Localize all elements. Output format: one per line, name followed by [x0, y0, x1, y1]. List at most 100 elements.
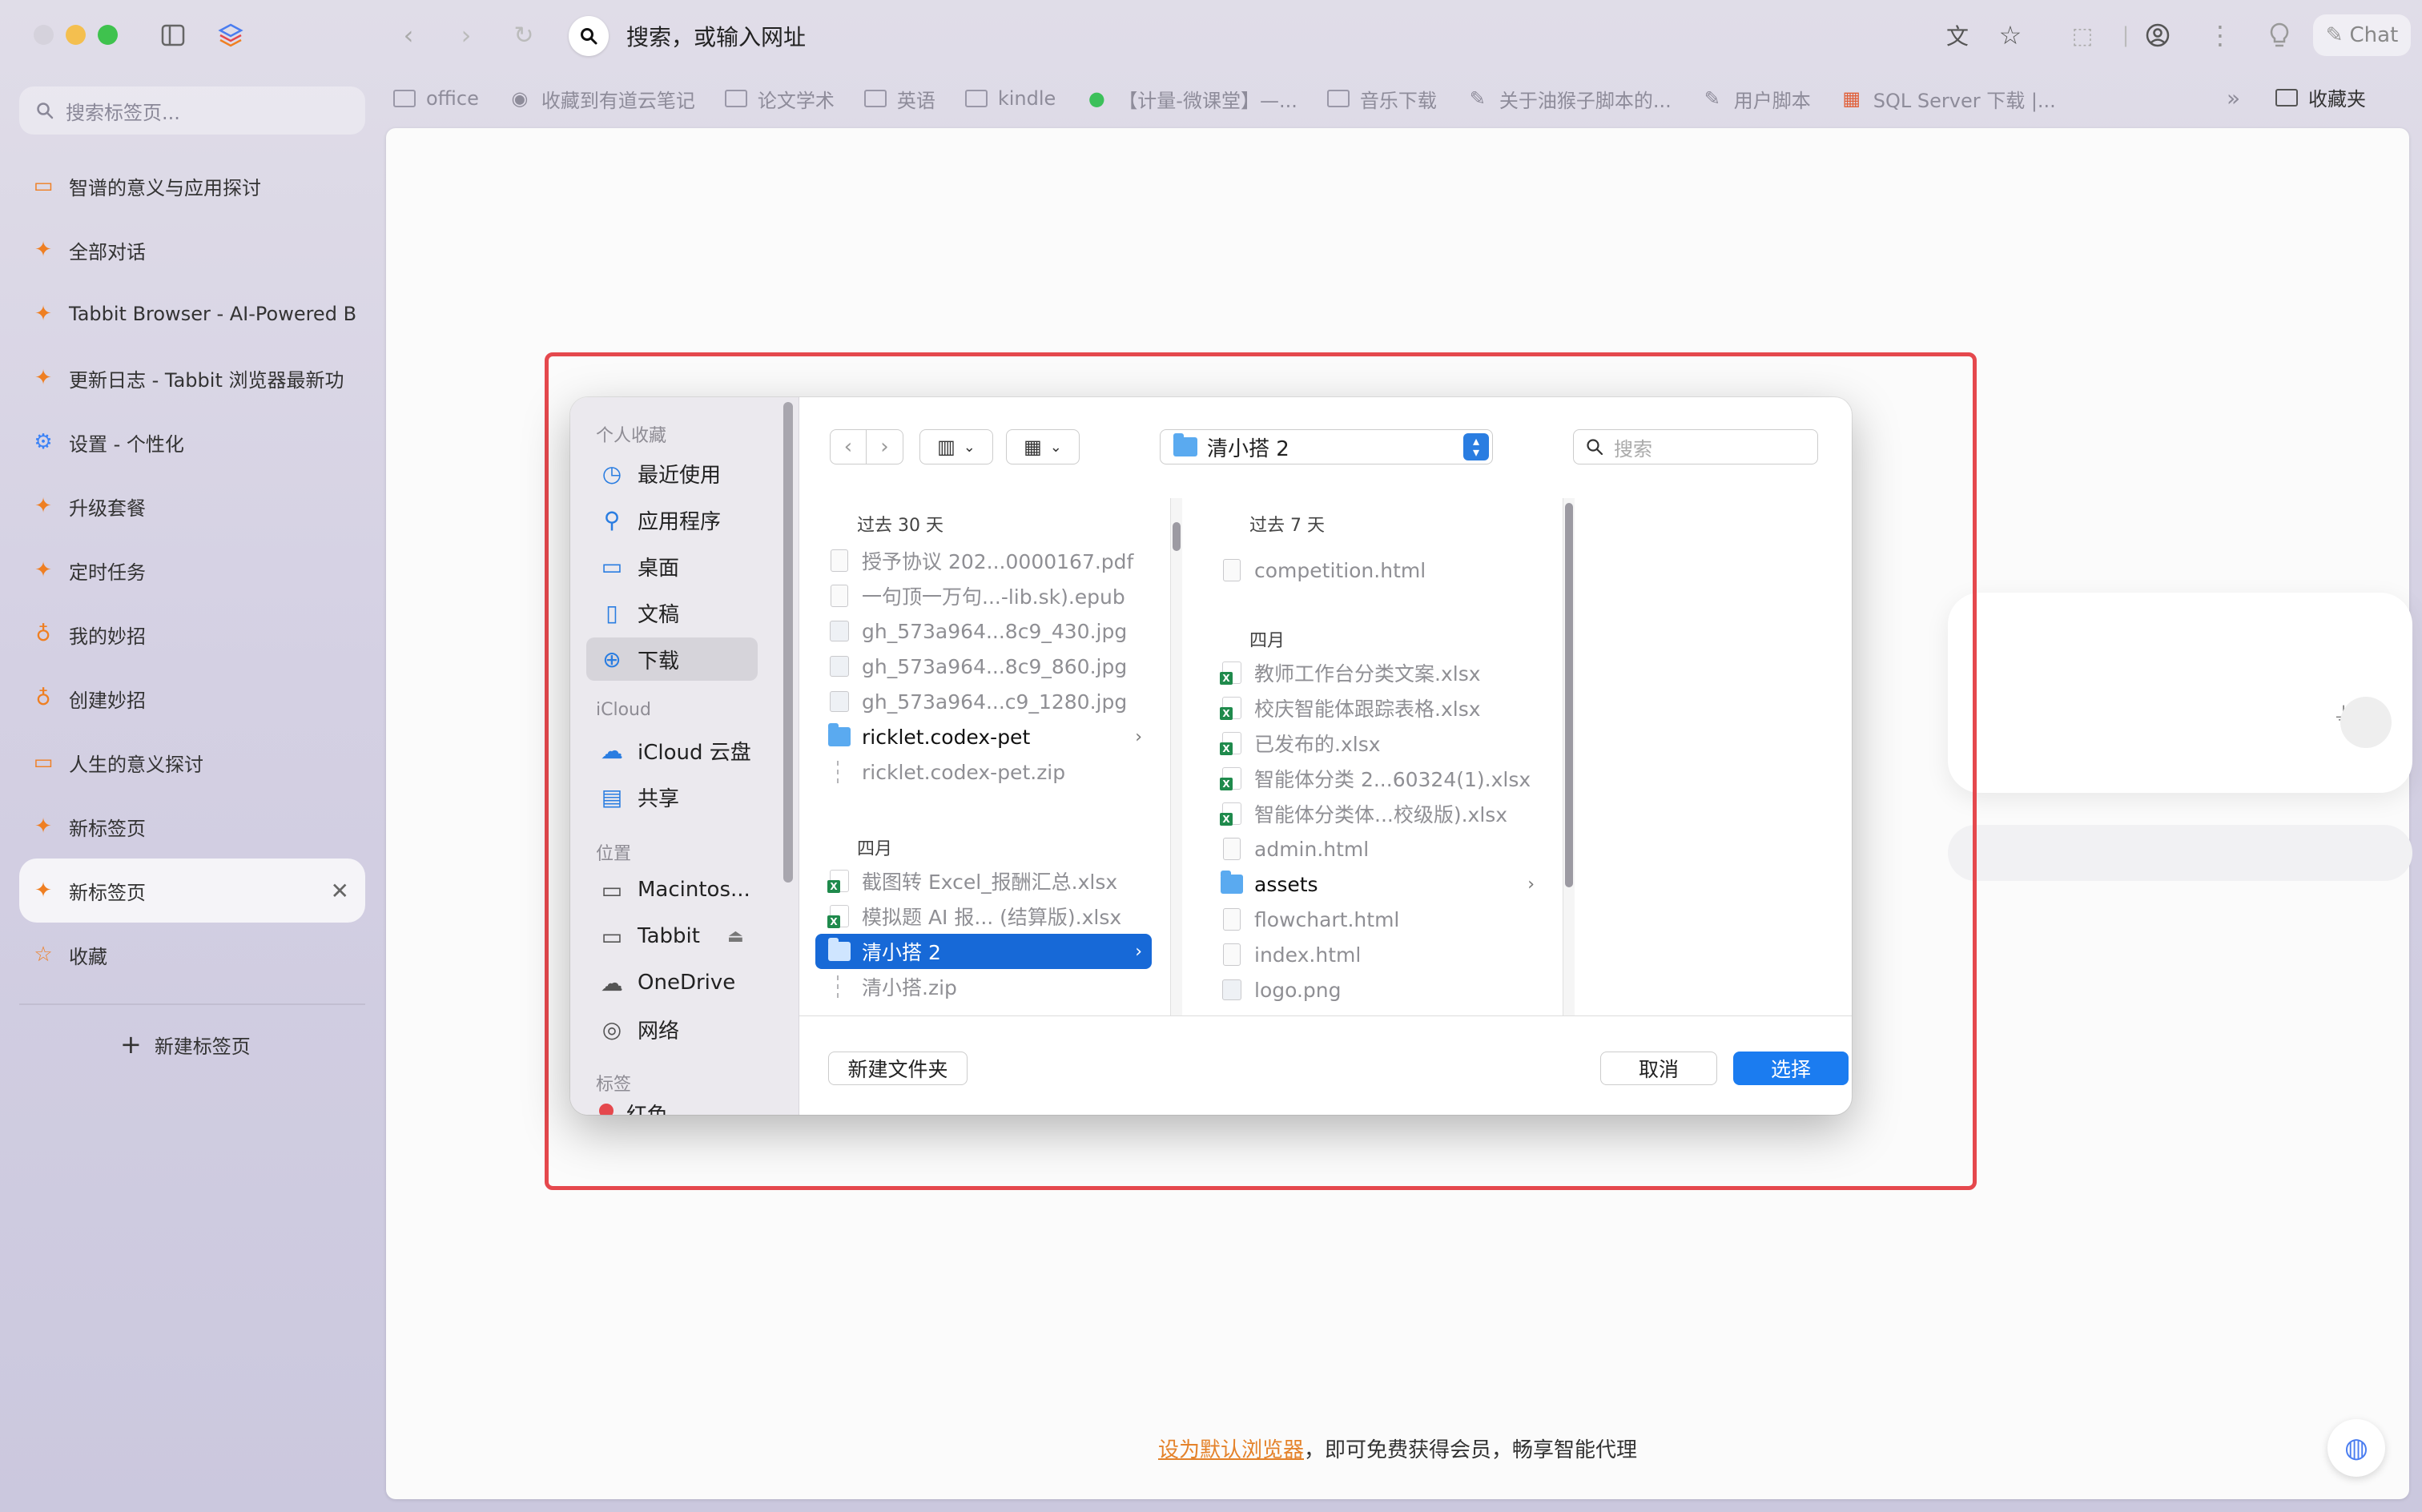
file-row[interactable]: 校庆智能体跟踪表格.xlsx: [1208, 690, 1544, 726]
new-tab-button[interactable]: + 新建标签页: [120, 1029, 251, 1060]
file-row[interactable]: assets ›: [1208, 867, 1544, 902]
bookmark-item[interactable]: 英语: [863, 85, 935, 113]
forward-icon[interactable]: ›: [867, 429, 903, 464]
file-name: logo.png: [1254, 978, 1342, 1002]
back-icon[interactable]: ‹: [389, 16, 428, 54]
chat-button[interactable]: ✎ Chat: [2313, 14, 2411, 56]
profile-icon[interactable]: [2138, 16, 2177, 54]
sidebar-toggle-icon[interactable]: [154, 16, 192, 54]
file-row[interactable]: index.html: [1208, 937, 1544, 972]
sidebar-tab[interactable]: ✦ 新标签页 ✕: [19, 859, 365, 923]
file-row[interactable]: competition.html: [1208, 553, 1544, 588]
choose-button[interactable]: 选择: [1733, 1052, 1849, 1085]
dialog-sidebar-item[interactable]: ▤ 共享: [586, 775, 758, 818]
file-row[interactable]: 清小搭.zip: [815, 969, 1152, 1004]
file-row[interactable]: 教师工作台分类文案.xlsx: [1208, 655, 1544, 690]
bookmark-item[interactable]: office: [392, 87, 479, 110]
sidebar-scrollbar[interactable]: [783, 402, 793, 883]
location-popup[interactable]: 清小搭 2 ▴ ▾: [1160, 429, 1493, 464]
tag-item-red[interactable]: 红色: [586, 1099, 758, 1115]
sidebar-tab[interactable]: ✦ Tabbit Browser - AI-Powered B: [19, 282, 365, 346]
dialog-sidebar-item[interactable]: ⊕ 下载: [586, 637, 758, 681]
file-row[interactable]: flowchart.html: [1208, 902, 1544, 937]
bookmark-item[interactable]: ✎ 关于油猴子脚本的...: [1466, 85, 1672, 113]
sidebar-tab[interactable]: ♁ 我的妙招: [19, 602, 365, 666]
dialog-sidebar-item[interactable]: ▭ Macintos...: [586, 868, 758, 911]
window-minimize-button[interactable]: [66, 25, 86, 45]
bookmark-item[interactable]: ▦ SQL Server 下载 |...: [1840, 85, 2055, 113]
window-close-button[interactable]: [34, 25, 54, 45]
file-row[interactable]: ricklet.codex-pet ›: [815, 719, 1152, 754]
star-bookmark-icon[interactable]: ☆: [1991, 16, 2030, 54]
bookmark-item[interactable]: 论文学术: [724, 85, 835, 113]
set-default-browser-link[interactable]: 设为默认浏览器: [1158, 1438, 1304, 1462]
file-row[interactable]: admin.html: [1208, 831, 1544, 867]
image-file-icon: [1221, 978, 1243, 1002]
dialog-sidebar-item[interactable]: ◷ 最近使用: [586, 452, 758, 495]
file-row[interactable]: 一句顶一万句...-lib.sk).epub: [815, 578, 1152, 613]
sidebar-tab[interactable]: ▭ 智谱的意义与应用探讨: [19, 154, 365, 218]
file-row[interactable]: 智能体分类 2...60324(1).xlsx: [1208, 761, 1544, 796]
send-button[interactable]: [2340, 697, 2392, 748]
group-by-button[interactable]: ▦ ⌄: [1006, 429, 1080, 464]
cancel-button[interactable]: 取消: [1600, 1052, 1717, 1085]
sidebar-tab[interactable]: ✦ 升级套餐: [19, 474, 365, 538]
sidebar-tab[interactable]: ✦ 新标签页: [19, 794, 365, 859]
view-columns-button[interactable]: ▥ ⌄: [919, 429, 993, 464]
file-row[interactable]: logo.png: [1208, 972, 1544, 1007]
forward-icon[interactable]: ›: [447, 16, 485, 54]
bookmark-item[interactable]: ◉ 收藏到有道云笔记: [508, 85, 694, 113]
file-row[interactable]: gh_573a964...c9_1280.jpg: [815, 684, 1152, 719]
dialog-sidebar-item[interactable]: ☁ OneDrive: [586, 961, 758, 1004]
more-menu-icon[interactable]: ⋮: [2201, 16, 2239, 54]
sidebar-tab[interactable]: ♁ 创建妙招: [19, 666, 365, 730]
sidebar-tab-label: 全部对话: [69, 240, 146, 263]
sidebar-tab[interactable]: ✦ 全部对话: [19, 218, 365, 282]
sidebar-tab[interactable]: ✦ 定时任务: [19, 538, 365, 602]
column-2-scrollbar[interactable]: [1563, 498, 1575, 1015]
translate-icon[interactable]: 文: [1938, 16, 1977, 54]
sidebar-tab[interactable]: ✦ 更新日志 - Tabbit 浏览器最新功: [19, 346, 365, 410]
tab-search-input[interactable]: 搜索标签页...: [19, 86, 365, 135]
sidebar-tab[interactable]: ⚙ 设置 - 个性化: [19, 410, 365, 474]
lightbulb-icon[interactable]: [2260, 16, 2299, 54]
eject-icon[interactable]: ⏏: [727, 927, 744, 947]
file-row[interactable]: gh_573a964...8c9_430.jpg: [815, 613, 1152, 649]
dialog-sidebar-item[interactable]: ▯ 文稿: [586, 591, 758, 634]
column-1-scrollbar[interactable]: [1171, 498, 1182, 1015]
address-input[interactable]: 搜索，或输入网址: [626, 20, 806, 52]
dialog-sidebar-item[interactable]: ▭ Tabbit ⏏: [586, 915, 758, 958]
tabbit-logo-icon[interactable]: [211, 16, 250, 54]
close-icon[interactable]: ✕: [331, 878, 349, 904]
folder-shape: [1326, 90, 1350, 107]
address-bar[interactable]: 搜索，或输入网址: [569, 14, 1570, 58]
back-icon[interactable]: ‹: [830, 429, 867, 464]
reload-icon[interactable]: ↻: [505, 16, 543, 54]
bookmark-item[interactable]: ✎ 用户脚本: [1700, 85, 1811, 113]
file-row[interactable]: 截图转 Excel_报酬汇总.xlsx: [815, 863, 1152, 899]
file-row[interactable]: 模拟题 AI 报... (结算版).xlsx: [815, 899, 1152, 934]
dialog-sidebar-item[interactable]: ◎ 网络: [586, 1007, 758, 1051]
sidebar-tab[interactable]: ☆ 收藏: [19, 923, 365, 987]
palette-icon[interactable]: ◍: [2327, 1419, 2385, 1477]
bookmark-item[interactable]: kindle: [964, 87, 1056, 110]
file-row[interactable]: 清小搭 2 ›: [815, 934, 1152, 969]
bookmarks-folder[interactable]: 收藏夹: [2275, 83, 2366, 111]
bookmark-item[interactable]: 音乐下载: [1326, 85, 1437, 113]
file-row[interactable]: gh_573a964...8c9_860.jpg: [815, 649, 1152, 684]
new-folder-button[interactable]: 新建文件夹: [828, 1052, 968, 1085]
file-row[interactable]: 已发布的.xlsx: [1208, 726, 1544, 761]
file-row[interactable]: 智能体分类体...校级版).xlsx: [1208, 796, 1544, 831]
dialog-sidebar-item[interactable]: ☁ iCloud 云盘: [586, 729, 758, 772]
window-maximize-button[interactable]: [98, 25, 118, 45]
bookmarks-overflow-icon[interactable]: »: [2227, 85, 2240, 111]
extensions-icon[interactable]: ⬚: [2063, 16, 2102, 54]
sidebar-tab[interactable]: ▭ 人生的意义探讨: [19, 730, 365, 794]
file-name: gh_573a964...8c9_860.jpg: [862, 654, 1128, 678]
dialog-search-input[interactable]: 搜索: [1573, 429, 1818, 464]
bookmark-item[interactable]: ● 【计量-微课堂】—...: [1084, 85, 1298, 113]
file-row[interactable]: 授予协议 202...0000167.pdf: [815, 543, 1152, 578]
dialog-sidebar-item[interactable]: ▭ 桌面: [586, 545, 758, 588]
file-row[interactable]: ricklet.codex-pet.zip: [815, 754, 1152, 790]
dialog-sidebar-item[interactable]: ⚲ 应用程序: [586, 498, 758, 541]
